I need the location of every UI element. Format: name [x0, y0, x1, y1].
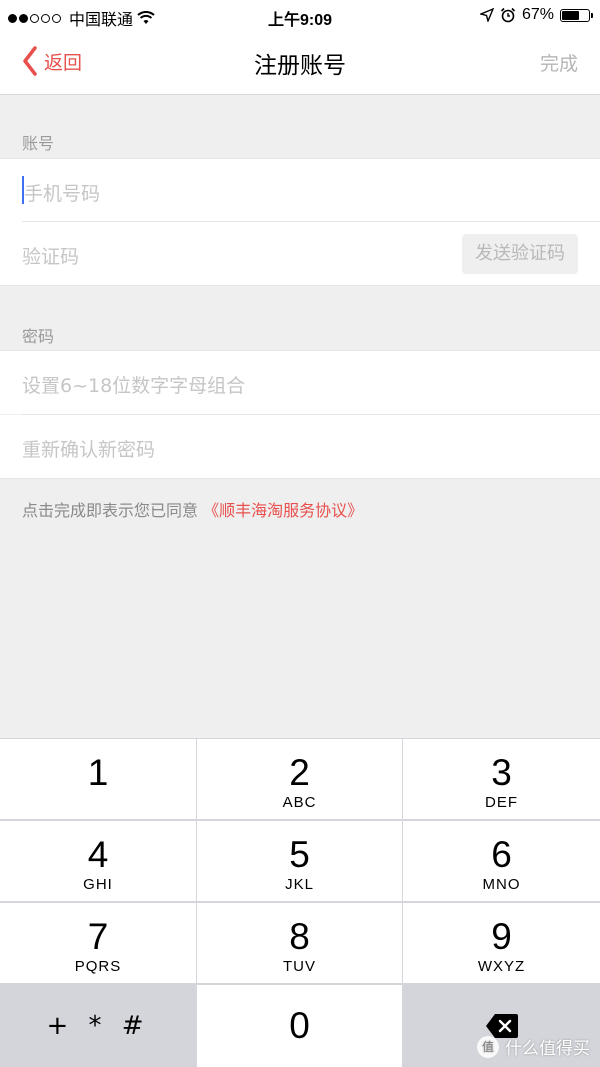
battery-icon — [560, 8, 593, 22]
alarm-icon — [500, 7, 516, 23]
password-field[interactable]: 设置6~18位数字字母组合 — [0, 351, 600, 414]
key-letters: MNO — [482, 876, 521, 893]
key-letters: WXYZ — [477, 958, 526, 975]
key-letters: GHI — [83, 876, 113, 893]
symbols-key[interactable]: + * # — [0, 985, 196, 1067]
key-digit: 6 — [491, 834, 512, 875]
password-placeholder: 设置6~18位数字字母组合 — [22, 375, 246, 397]
page-title: 注册账号 — [254, 53, 346, 79]
key-4[interactable]: 4 GHI — [0, 821, 196, 901]
status-right: 67% — [479, 6, 593, 24]
key-2[interactable]: 2 ABC — [197, 739, 402, 819]
battery-level-fill — [562, 10, 579, 20]
key-digit: 1 — [87, 752, 109, 793]
key-digit: 0 — [289, 1005, 310, 1046]
site-watermark: 值 什么值得买 — [477, 1034, 590, 1059]
key-9[interactable]: 9 WXYZ — [403, 903, 600, 983]
agreement-prefix: 点击完成即表示您已同意 — [22, 501, 199, 520]
send-code-button[interactable]: 发送验证码 — [462, 234, 578, 274]
verification-code-field[interactable]: 验证码 — [22, 242, 79, 269]
numeric-keypad: 1 2 ABC 3 DEF 4 GHI 5 JKL 6 MNO 7 PQRS 8… — [0, 738, 600, 1067]
key-digit: 4 — [87, 834, 109, 875]
phone-number-field[interactable]: 手机号码 — [0, 159, 600, 222]
symbols-label: + * # — [46, 1011, 150, 1041]
divider — [0, 478, 600, 479]
key-digit: 2 — [289, 752, 310, 793]
key-digit: 8 — [289, 916, 310, 957]
battery-percent: 67% — [521, 6, 554, 23]
verification-code-row: 验证码 发送验证码 — [0, 222, 600, 285]
done-button[interactable]: 完成 — [540, 49, 578, 76]
watermark-text: 什么值得买 — [505, 1039, 590, 1059]
key-letters: TUV — [283, 958, 316, 975]
service-agreement-link[interactable]: 《顺丰海淘服务协议》 — [203, 501, 363, 520]
key-letters: DEF — [485, 794, 518, 811]
watermark-logo: 值 — [477, 1035, 499, 1058]
location-arrow-icon — [479, 8, 494, 22]
key-7[interactable]: 7 PQRS — [0, 903, 196, 983]
confirm-password-placeholder: 重新确认新密码 — [22, 439, 156, 461]
password-section-label: 密码 — [22, 327, 55, 346]
navigation-bar: 返回 注册账号 完成 — [0, 32, 600, 95]
account-section-label: 账号 — [22, 134, 55, 153]
key-5[interactable]: 5 JKL — [197, 821, 402, 901]
key-letters: PQRS — [74, 958, 122, 975]
key-letters: ABC — [282, 794, 317, 811]
key-digit: 9 — [491, 916, 512, 957]
key-digit: 5 — [289, 834, 310, 875]
confirm-password-field[interactable]: 重新确认新密码 — [0, 415, 600, 478]
key-letters: JKL — [285, 876, 314, 893]
key-0[interactable]: 0 — [197, 985, 402, 1067]
key-8[interactable]: 8 TUV — [197, 903, 402, 983]
key-digit: 7 — [87, 916, 109, 957]
key-digit: 3 — [491, 752, 512, 793]
key-6[interactable]: 6 MNO — [403, 821, 600, 901]
key-1[interactable]: 1 — [0, 739, 196, 819]
key-3[interactable]: 3 DEF — [403, 739, 600, 819]
divider — [0, 285, 600, 286]
agreement-text: 点击完成即表示您已同意 《顺丰海淘服务协议》 — [22, 497, 363, 521]
status-bar: 中国联通 上午9:09 67% — [0, 0, 600, 32]
phone-number-placeholder: 手机号码 — [24, 183, 101, 205]
